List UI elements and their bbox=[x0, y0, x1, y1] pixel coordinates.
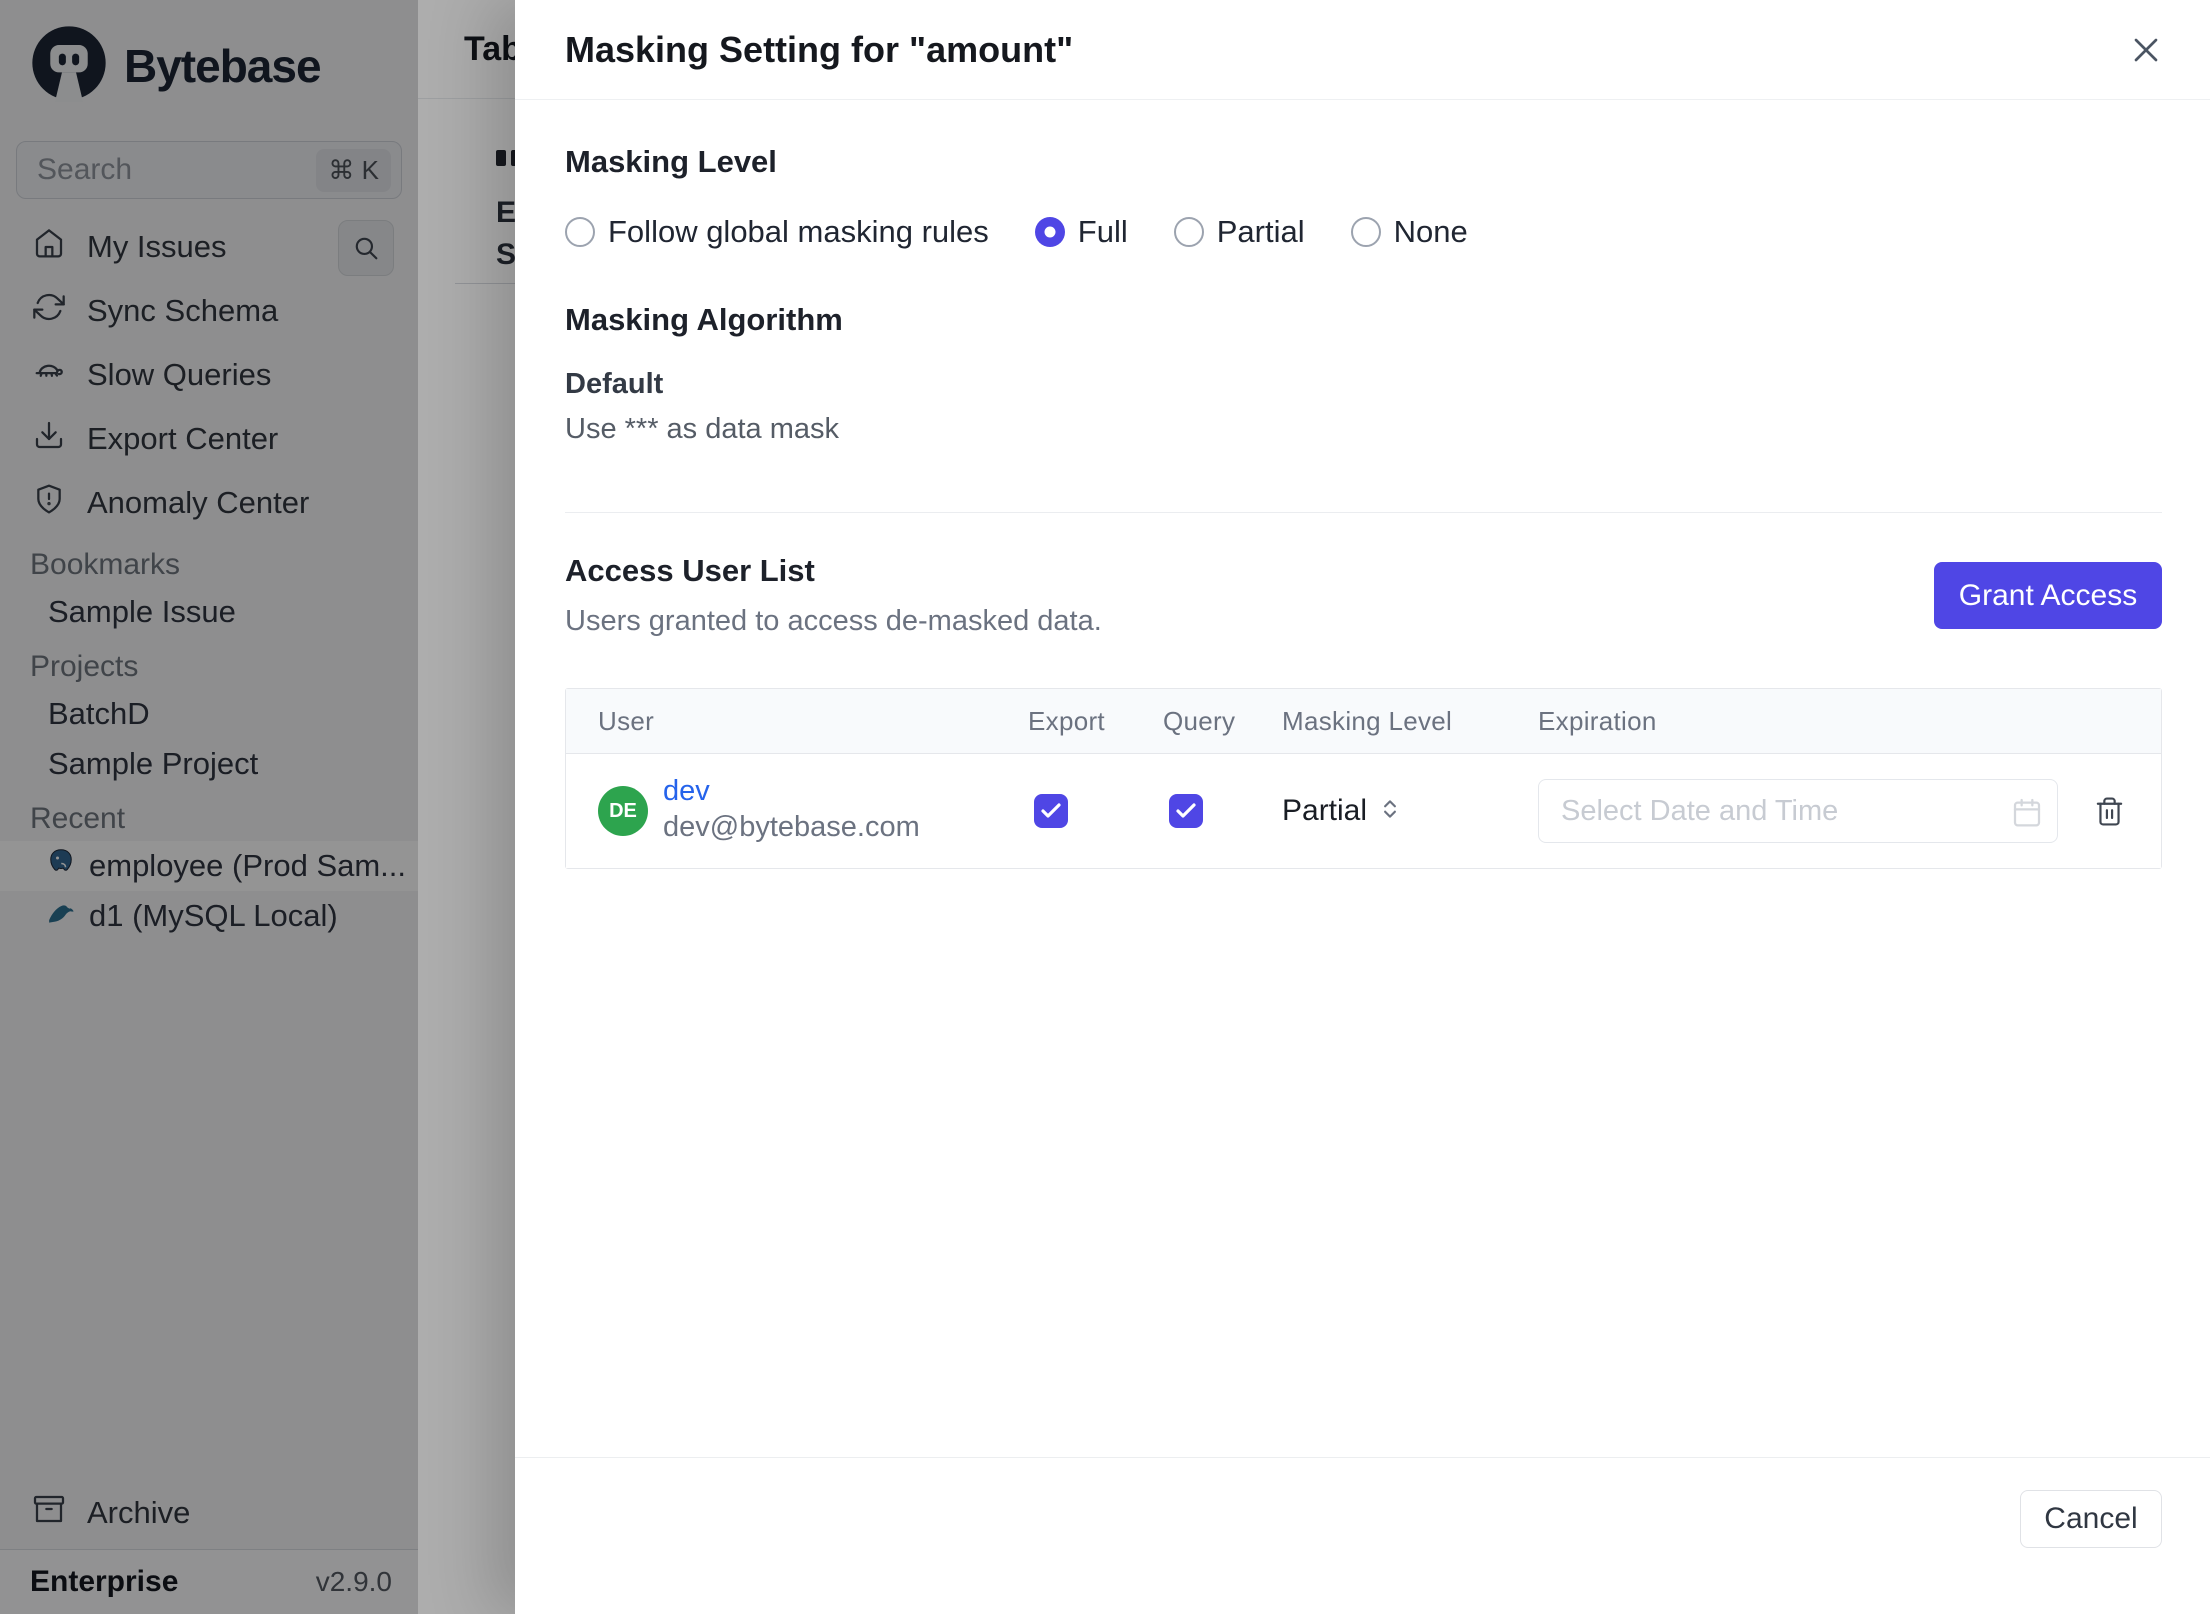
radio-label: Full bbox=[1077, 214, 1128, 249]
masking-level-select[interactable]: Partial bbox=[1282, 794, 1538, 828]
avatar: DE bbox=[598, 786, 648, 836]
radio-circle-checked-icon[interactable] bbox=[1034, 217, 1065, 247]
user-name-link[interactable]: dev bbox=[663, 775, 920, 808]
modal-title: Masking Setting for "amount" bbox=[565, 28, 1074, 70]
radio-label: Follow global masking rules bbox=[608, 214, 989, 249]
access-user-list-heading: Access User List bbox=[565, 553, 815, 588]
col-expiration: Expiration bbox=[1538, 705, 1657, 736]
access-user-list-subtitle: Users granted to access de-masked data. bbox=[565, 605, 1102, 637]
expiration-cell bbox=[1538, 779, 2161, 843]
radio-circle-icon[interactable] bbox=[1173, 217, 1204, 247]
algorithm-name: Default bbox=[565, 368, 664, 400]
delete-row-button[interactable] bbox=[2094, 796, 2125, 827]
modal-footer: Cancel bbox=[515, 1457, 2210, 1614]
expiration-datepicker[interactable] bbox=[1538, 779, 2058, 843]
cancel-button[interactable]: Cancel bbox=[2020, 1490, 2162, 1548]
col-masking-level: Masking Level bbox=[1282, 705, 1453, 736]
radio-full[interactable]: Full bbox=[1034, 214, 1128, 250]
export-cell bbox=[1028, 794, 1163, 828]
modal-body: Masking Level Follow global masking rule… bbox=[515, 100, 2210, 1457]
radio-partial[interactable]: Partial bbox=[1173, 214, 1305, 250]
radio-circle-icon[interactable] bbox=[565, 217, 595, 247]
user-cell: DE dev dev@bytebase.com bbox=[598, 775, 1028, 846]
algorithm-description: Use *** as data mask bbox=[565, 413, 840, 445]
close-icon[interactable] bbox=[2122, 26, 2170, 74]
grant-access-button[interactable]: Grant Access bbox=[1934, 562, 2162, 629]
access-user-table: User Export Query Masking Level Expirati… bbox=[565, 688, 2162, 869]
user-email: dev@bytebase.com bbox=[663, 810, 920, 843]
section-divider bbox=[565, 512, 2162, 513]
radio-circle-icon[interactable] bbox=[1350, 217, 1381, 247]
radio-label: Partial bbox=[1216, 214, 1305, 249]
modal-header: Masking Setting for "amount" bbox=[515, 0, 2210, 100]
masking-algorithm-heading: Masking Algorithm bbox=[565, 302, 843, 337]
chevron-up-down-icon bbox=[1377, 796, 1403, 827]
masking-level-value: Partial bbox=[1282, 794, 1368, 827]
radio-none[interactable]: None bbox=[1350, 214, 1468, 250]
table-row: DE dev dev@bytebase.com Partial Select D… bbox=[566, 754, 2161, 868]
modal-backdrop[interactable] bbox=[0, 0, 418, 1614]
masking-level-radio-group: Follow global masking rules Full Partial… bbox=[565, 214, 2162, 250]
masking-level-heading: Masking Level bbox=[565, 144, 777, 179]
col-query: Query bbox=[1163, 705, 1236, 736]
masking-setting-modal: Masking Setting for "amount" Masking Lev… bbox=[515, 0, 2210, 1614]
query-cell bbox=[1163, 794, 1282, 828]
table-header-row: User Export Query Masking Level Expirati… bbox=[566, 689, 2161, 754]
radio-label: None bbox=[1393, 214, 1468, 249]
modal-backdrop-strip[interactable] bbox=[418, 0, 515, 1614]
query-checkbox-checked[interactable] bbox=[1169, 794, 1203, 828]
col-user: User bbox=[598, 705, 655, 736]
export-checkbox-checked[interactable] bbox=[1034, 794, 1068, 828]
calendar-icon bbox=[2011, 796, 2043, 833]
radio-follow-global-rules[interactable]: Follow global masking rules bbox=[565, 214, 989, 250]
col-export: Export bbox=[1028, 705, 1105, 736]
expiration-input[interactable] bbox=[1559, 793, 1983, 829]
access-user-list-header: Access User List Users granted to access… bbox=[565, 553, 2162, 638]
